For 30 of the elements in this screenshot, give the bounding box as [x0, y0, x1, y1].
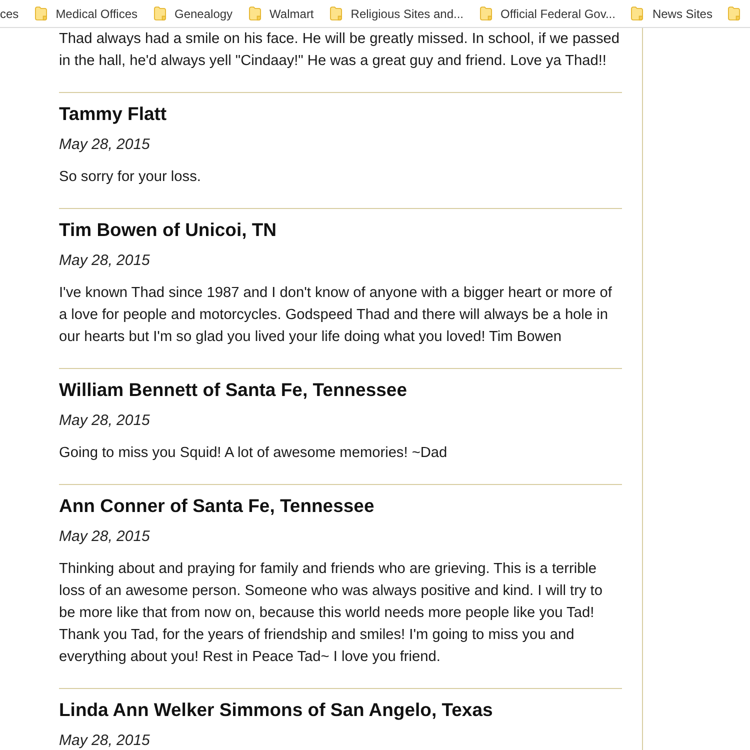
bookmark-folder-button[interactable]: Official Federal Gov... — [480, 6, 616, 22]
comment-text: Thad always had a smile on his face. He will be greatly missed. In school, if we passed in the hall, he'd always yell "Cindaay!" He was a great guy and friend. Love ya Thad!! — [59, 30, 621, 71]
bookmark-folder-button[interactable]: News Sites — [631, 6, 712, 22]
bookmark-folder-button[interactable] — [728, 6, 740, 21]
folder-icon — [34, 6, 47, 21]
folder-icon — [248, 6, 261, 21]
commenter-name: Ann Conner of Santa Fe, Tennessee — [59, 494, 376, 518]
bookmark-folder-button[interactable]: Religious Sites and... — [330, 6, 464, 22]
comment-date: May 28, 2015 — [59, 731, 151, 750]
folder-icon — [631, 6, 644, 21]
folder-icon — [728, 6, 740, 21]
comment-text: Going to miss you Squid! A lot of awesome memories! ~Dad — [59, 444, 448, 463]
commenter-name: Linda Ann Welker Simmons of San Angelo, Texas — [59, 698, 494, 722]
comment-text: I've known Thad since 1987 and I don't know of anyone with a bigger heart or more of a love for people and motorcycles. Godspeed Thad and there will always be a hole in our hearts but I'm so glad you lived your life doing what you loved! Tim Bowen — [59, 284, 613, 347]
commenter-name: Tammy Flatt — [59, 102, 168, 126]
folder-icon — [480, 6, 492, 21]
bookmark-folder-button[interactable]: Walmart — [248, 6, 314, 22]
comment-date: May 28, 2015 — [59, 251, 151, 271]
bookmark-button[interactable]: ces — [0, 6, 19, 22]
comment-text: Thinking about and praying for family and friends who are grieving. This is a terrible loss of an awesome person. Someone who was always positive and kind. I will try to be more like that from now on, because this world needs more people like you Tad! Thank you Tad, for the years of friendship and smiles! I'm going to miss you and everything about you! Rest in Peace Tad~ I love you friend. — [59, 560, 604, 667]
bookmark-folder-button[interactable]: Medical Offices — [34, 6, 138, 22]
comment-date: May 28, 2015 — [59, 135, 151, 155]
folder-icon — [330, 6, 342, 21]
commenter-name: William Bennett of Santa Fe, Tennessee — [59, 378, 408, 402]
folder-icon — [154, 6, 166, 21]
bookmark-folder-button[interactable]: Genealogy — [154, 6, 233, 22]
comment-text: So sorry for your loss. — [59, 168, 202, 187]
commenter-name: Tim Bowen of Unicoi, TN — [59, 218, 278, 242]
comment-date: May 28, 2015 — [59, 411, 151, 431]
comment-date: May 28, 2015 — [59, 527, 151, 547]
